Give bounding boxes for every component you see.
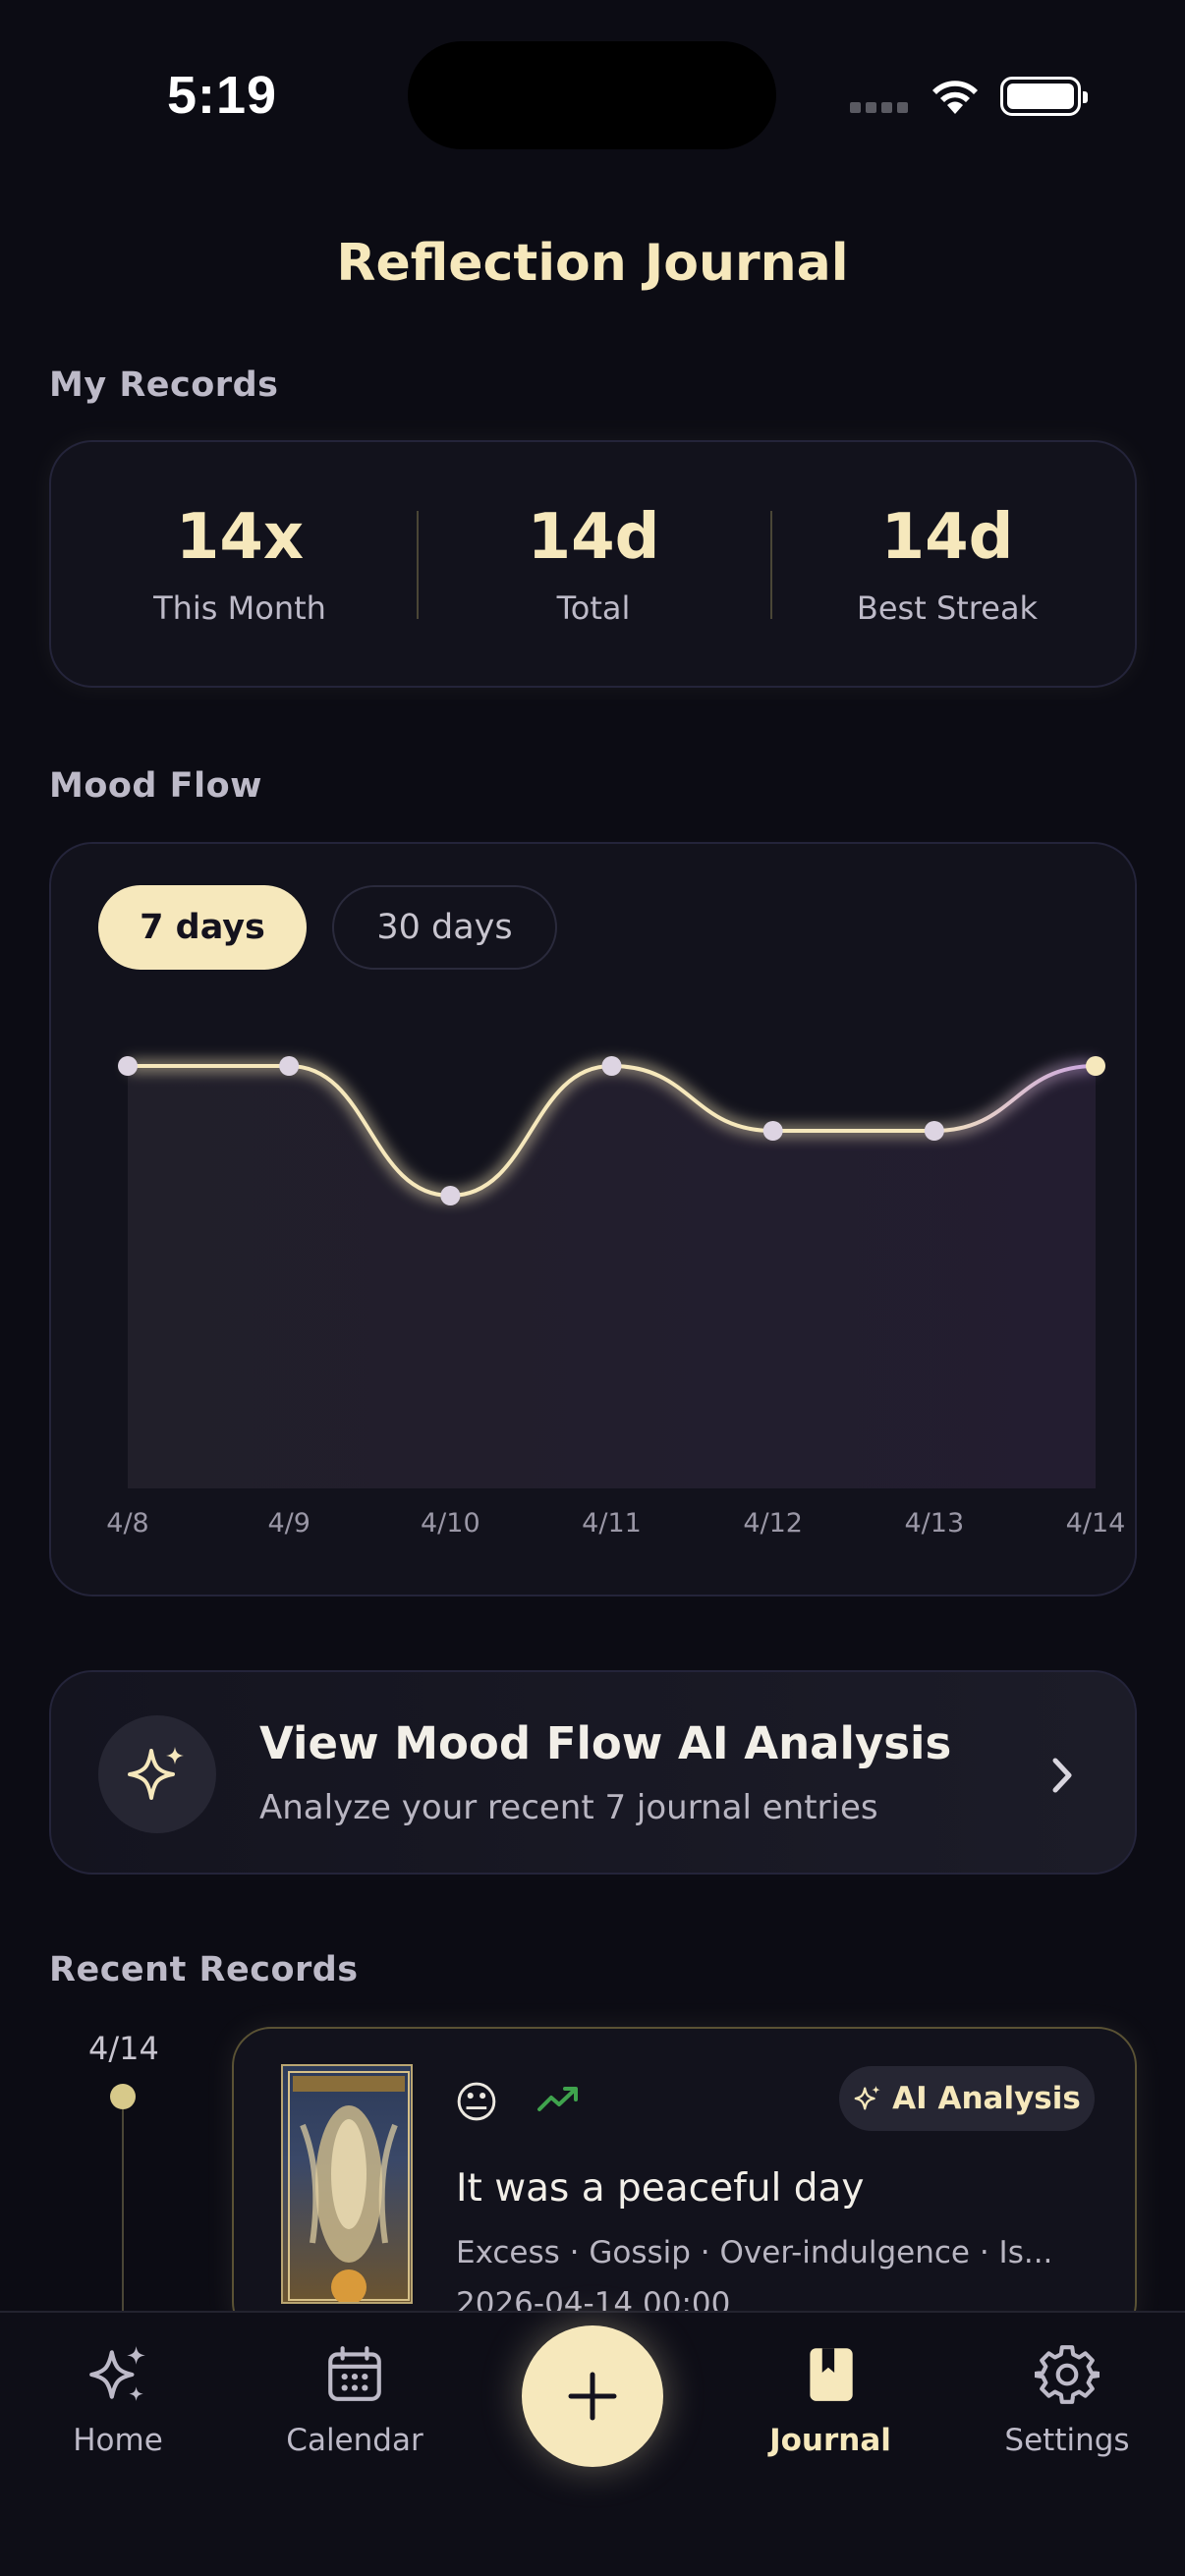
stat-label: Best Streak [856, 589, 1039, 627]
ai-badge-label: AI Analysis [892, 2081, 1081, 2116]
ai-analysis-card[interactable]: View Mood Flow AI Analysis Analyze your … [49, 1670, 1137, 1875]
x-tick-label: 4/14 [1066, 1508, 1126, 1539]
bookmark-book-icon [810, 2348, 853, 2401]
ai-card-title: View Mood Flow AI Analysis [259, 1717, 952, 1769]
bottom-tab-bar: Home Calendar Journal Settings [0, 2311, 1185, 2576]
recent-section-label: Recent Records [49, 1950, 359, 1989]
tarot-card-image [281, 2064, 413, 2304]
stat-total: 14d Total [446, 501, 741, 627]
mood-point[interactable] [279, 1056, 300, 1076]
mood-flow-card: 7 days 30 days 4/8 4/9 4/10 4/11 4/12 4/13 4/1… [49, 842, 1137, 1596]
record-tags: Excess · Gossip · Over-indulgence · Is..… [456, 2235, 1053, 2270]
plus-icon [568, 2372, 617, 2421]
timeline-line [122, 2109, 124, 2316]
mood-point[interactable] [924, 1121, 944, 1141]
tab-calendar[interactable]: Calendar [256, 2342, 453, 2458]
stat-value: 14d [527, 501, 660, 574]
stat-label: Total [556, 589, 631, 627]
mood-point[interactable] [440, 1186, 461, 1205]
stats-card: 14x This Month 14d Total 14d Best Streak [49, 440, 1137, 688]
stat-value: 14d [880, 501, 1014, 574]
x-tick-label: 4/13 [905, 1508, 965, 1539]
tab-settings[interactable]: Settings [969, 2342, 1165, 2458]
sparkles-icon [98, 1715, 216, 1833]
timeline-date: 4/14 [88, 2030, 159, 2067]
x-tick-label: 4/8 [106, 1508, 148, 1539]
screen: 5:19 Reflection Journal My Records 14x T… [0, 0, 1185, 2576]
x-tick-label: 4/12 [743, 1508, 803, 1539]
tab-label: Calendar [286, 2423, 423, 2458]
trending-up-icon [537, 2087, 578, 2111]
tab-label: Settings [1004, 2423, 1130, 2458]
tab-journal[interactable]: Journal [732, 2342, 929, 2458]
mood-point[interactable] [1086, 1056, 1105, 1076]
add-entry-button[interactable] [522, 2325, 663, 2467]
record-title: It was a peaceful day [456, 2166, 865, 2211]
stat-label: This Month [153, 589, 326, 627]
mood-emoji: 😐 [454, 2078, 499, 2128]
sparkles-icon [89, 2346, 145, 2401]
tab-home[interactable]: Home [20, 2342, 216, 2458]
timeline-dot [110, 2084, 136, 2109]
ai-analysis-badge[interactable]: AI Analysis [839, 2066, 1095, 2131]
mood-section-label: Mood Flow [49, 766, 262, 806]
x-tick-label: 4/10 [421, 1508, 480, 1539]
dynamic-island [408, 41, 776, 149]
battery-icon [1000, 77, 1088, 116]
stat-value: 14x [175, 501, 305, 574]
wifi-icon [932, 81, 978, 114]
sparkles-icon [854, 2085, 880, 2110]
stat-this-month: 14x This Month [92, 501, 387, 627]
ai-card-subtitle: Analyze your recent 7 journal entries [259, 1788, 878, 1827]
mood-line-chart: 4/8 4/9 4/10 4/11 4/12 4/13 4/14 [106, 1056, 1126, 1539]
status-time: 5:19 [167, 66, 278, 125]
page-title: Reflection Journal [336, 234, 849, 293]
x-tick-label: 4/9 [267, 1508, 310, 1539]
stat-divider [770, 511, 772, 619]
mood-point[interactable] [118, 1056, 138, 1076]
chevron-right-icon [1052, 1758, 1072, 1793]
calendar-icon [328, 2346, 381, 2401]
stat-best-streak: 14d Best Streak [800, 501, 1095, 627]
mood-point[interactable] [762, 1121, 783, 1141]
x-tick-label: 4/11 [582, 1508, 642, 1539]
tab-label: Journal [769, 2423, 891, 2458]
signal-icon [850, 102, 909, 116]
records-section-label: My Records [49, 365, 279, 405]
record-card[interactable]: 😐 AI Analysis It was a peaceful day Exce… [232, 2027, 1137, 2341]
gear-icon [1033, 2345, 1101, 2404]
tab-label: Home [73, 2423, 163, 2458]
stat-divider [417, 511, 419, 619]
mood-point[interactable] [601, 1056, 622, 1076]
